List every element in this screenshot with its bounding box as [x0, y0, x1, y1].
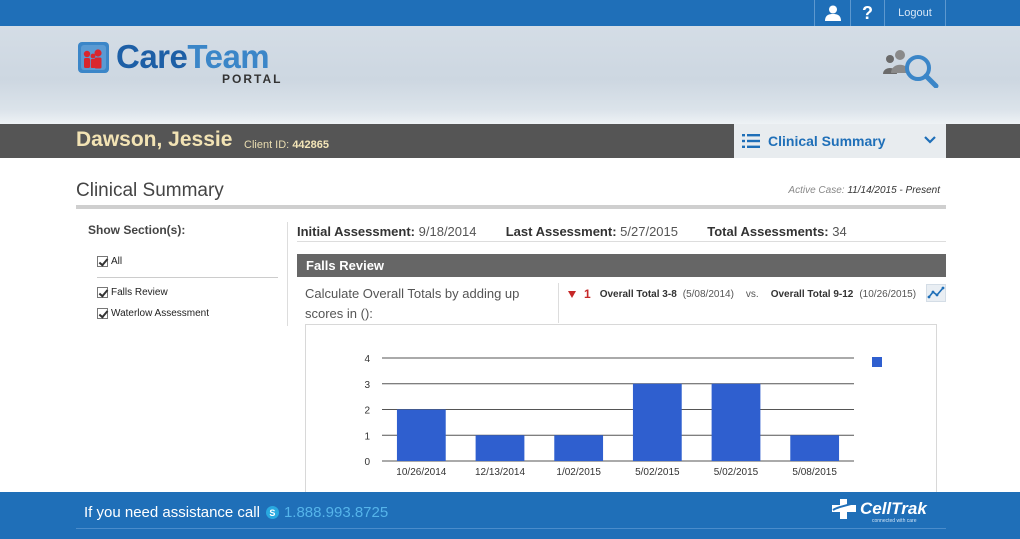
- help-button[interactable]: ?: [850, 0, 884, 26]
- score-comparison: 1 Overall Total 3-8 (5/08/2014) vs. Over…: [568, 287, 916, 301]
- brand-name-part2: Team: [187, 38, 270, 75]
- client-id-label: Client ID:: [244, 139, 290, 151]
- skype-icon[interactable]: S: [265, 506, 279, 519]
- x-tick-label: 5/08/2015: [792, 467, 837, 478]
- to-total-label: Overall Total 9-12: [770, 288, 854, 300]
- down-arrow-icon: [568, 290, 576, 298]
- panel-divider: [287, 222, 288, 326]
- bar: [711, 383, 761, 461]
- y-tick-label: 3: [364, 380, 370, 391]
- y-tick-label: 4: [364, 354, 370, 365]
- section-dropdown[interactable]: Clinical Summary: [734, 124, 946, 158]
- page-title: Clinical Summary: [76, 180, 224, 201]
- trend-chart-button[interactable]: [926, 284, 946, 302]
- logout-button[interactable]: Logout: [884, 0, 946, 26]
- last-assessment-value: 5/27/2015: [620, 224, 678, 239]
- score-change: 1: [584, 287, 591, 301]
- section-filter-falls-review[interactable]: Falls Review: [97, 287, 168, 298]
- initial-assessment-value: 9/18/2014: [418, 224, 477, 239]
- y-tick-label: 2: [364, 406, 370, 417]
- bar: [475, 435, 525, 461]
- user-profile-button[interactable]: [814, 0, 850, 26]
- client-bar: Dawson, Jessie Client ID: 442865 Clinica…: [0, 124, 1020, 158]
- client-id-value: 442865: [292, 139, 330, 151]
- falls-review-chart: 0 1 2 3 4 10/26/2014 12/13/2014 1/02/2015 5/02/2…: [305, 324, 937, 504]
- last-assessment-label: Last Assessment:: [505, 224, 617, 239]
- section-filter-all[interactable]: All: [97, 256, 122, 267]
- trend-chart-icon: [927, 286, 945, 299]
- bar: [632, 383, 682, 461]
- section-filter-waterlow[interactable]: Waterlow Assessment: [97, 308, 209, 319]
- assessment-divider: [297, 241, 946, 242]
- section-dropdown-label: Clinical Summary: [768, 133, 886, 149]
- calc-divider: [558, 283, 559, 323]
- x-tick-label: 1/02/2015: [556, 467, 601, 478]
- title-divider: [76, 205, 946, 209]
- footer: If you need assistance call S 1.888.993.…: [0, 492, 1020, 539]
- section-filter-label: All: [111, 256, 123, 267]
- total-assessments-label: Total Assessments:: [707, 224, 829, 239]
- client-name: Dawson, Jessie: [76, 128, 233, 151]
- people-search-icon[interactable]: [880, 46, 942, 88]
- bar: [790, 435, 840, 461]
- brand-title: CareTeam: [116, 38, 270, 76]
- show-sections-heading: Show Section(s):: [88, 223, 186, 237]
- initial-assessment-label: Initial Assessment:: [297, 224, 416, 239]
- section-filter-label: Falls Review: [111, 287, 168, 298]
- logout-label: Logout: [898, 7, 932, 19]
- x-tick-label: 12/13/2014: [475, 467, 525, 478]
- assistance-line: If you need assistance call S 1.888.993.…: [84, 504, 388, 521]
- list-icon: [742, 134, 760, 148]
- help-icon: ?: [862, 2, 873, 23]
- y-tick-label: 0: [364, 457, 370, 468]
- x-tick-label: 10/26/2014: [396, 467, 446, 478]
- celltrak-wordmark: CellTrak: [860, 499, 927, 518]
- user-icon: [824, 5, 841, 21]
- client-id: Client ID: 442865: [244, 139, 329, 151]
- active-case-value: 11/14/2015 - Present: [847, 185, 940, 196]
- section-filter-label: Waterlow Assessment: [111, 308, 209, 319]
- footer-divider: [76, 528, 946, 529]
- legend-swatch: [872, 357, 882, 367]
- top-bar: ? Logout: [0, 0, 1020, 26]
- calc-instructions: Calculate Overall Totals by adding up sc…: [305, 286, 520, 321]
- brand-subtitle: PORTAL: [222, 72, 283, 86]
- active-case: Active Case: 11/14/2015 - Present: [788, 185, 940, 196]
- from-total-label: Overall Total 3-8: [599, 288, 677, 300]
- checkbox-checked-icon[interactable]: [97, 287, 108, 298]
- careteam-logo-icon: [78, 42, 109, 73]
- x-tick-label: 5/02/2015: [635, 467, 680, 478]
- falls-review-header: Falls Review: [297, 254, 946, 277]
- total-assessments-value: 34: [832, 224, 847, 239]
- from-total-date: (5/08/2014): [682, 288, 734, 300]
- brand-name-part1: Care: [116, 38, 188, 75]
- checkbox-checked-icon[interactable]: [97, 308, 108, 319]
- chevron-down-icon: [924, 136, 936, 144]
- celltrak-cross-icon: [832, 499, 857, 519]
- checkbox-checked-icon[interactable]: [97, 256, 108, 267]
- x-tick-label: 5/02/2015: [714, 467, 759, 478]
- to-total-date: (10/26/2015): [859, 288, 917, 300]
- bar: [554, 435, 604, 461]
- celltrak-tagline: connected with care: [872, 518, 917, 524]
- bar: [396, 409, 446, 461]
- celltrak-logo: CellTrak connected with care: [830, 498, 927, 524]
- bar-chart: 0 1 2 3 4 10/26/2014 12/13/2014 1/02/2015 5/02/2…: [364, 354, 882, 478]
- vs-label: vs.: [745, 288, 759, 300]
- active-case-label: Active Case:: [788, 185, 845, 196]
- header: CareTeam PORTAL: [0, 26, 1020, 124]
- assistance-text: If you need assistance call: [84, 504, 260, 521]
- sidebar-divider: [97, 277, 278, 278]
- support-phone-link[interactable]: 1.888.993.8725: [284, 504, 388, 521]
- assessment-summary: Initial Assessment: 9/18/2014 Last Asses…: [297, 224, 847, 239]
- y-tick-label: 1: [364, 431, 370, 442]
